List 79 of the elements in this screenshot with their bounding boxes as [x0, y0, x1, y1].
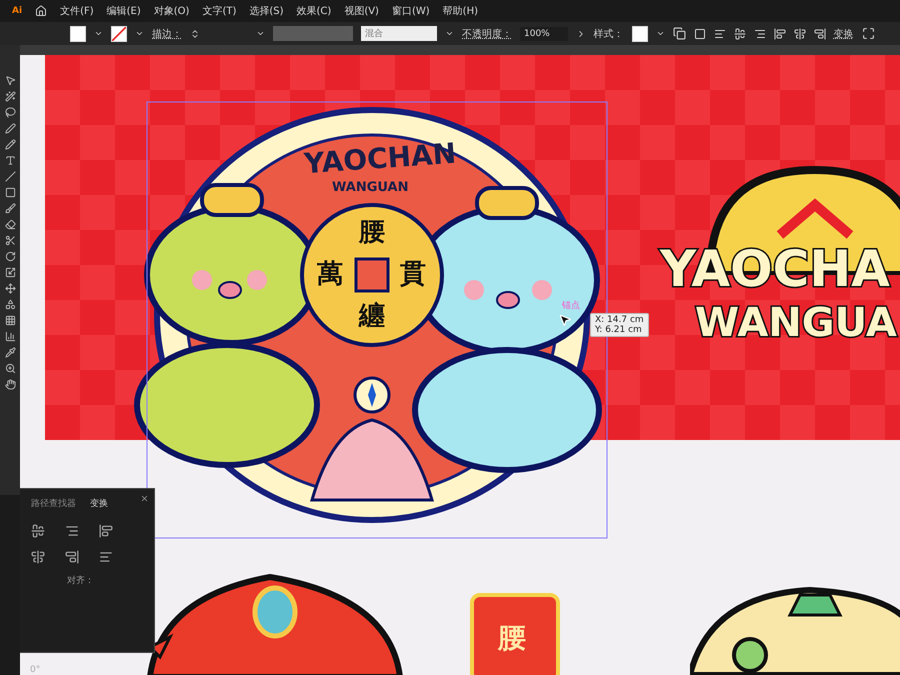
grid-icon[interactable] — [4, 315, 16, 326]
y-coordinate: Y: 6.21 cm — [595, 325, 643, 335]
scale-icon[interactable] — [4, 267, 16, 278]
coin-character: 纏 — [359, 300, 385, 333]
stroke-swatch[interactable] — [111, 26, 127, 42]
menu-item[interactable]: 选择(S) — [249, 4, 284, 18]
align-left-icon[interactable] — [99, 550, 113, 564]
opacity-label[interactable]: 不透明度： — [462, 26, 512, 40]
zoom-icon[interactable] — [4, 363, 16, 374]
pencil-icon[interactable] — [4, 139, 16, 150]
isolate-icon[interactable] — [862, 27, 875, 40]
stroke-profile-field[interactable] — [273, 26, 353, 41]
menu-item[interactable]: 窗口(W) — [392, 4, 430, 18]
style-swatch[interactable] — [632, 26, 648, 42]
close-icon[interactable] — [140, 494, 149, 503]
badge-title: YAOCHAN — [303, 136, 458, 180]
align-center-icon[interactable] — [734, 28, 746, 40]
angle-value: 0° — [30, 665, 40, 675]
lasso-icon[interactable] — [4, 107, 16, 118]
coin-character: 萬 — [317, 258, 343, 291]
eyedropper-icon[interactable] — [4, 347, 16, 358]
opacity-field[interactable]: 100% — [520, 26, 568, 40]
align-center-icon[interactable] — [31, 524, 45, 538]
badge-subtitle: WANGUAN — [332, 180, 408, 195]
coin-character: 腰 — [359, 216, 385, 249]
menu-item[interactable]: 文件(F) — [60, 4, 94, 18]
shapes-icon[interactable] — [4, 299, 16, 310]
logo-title: YAOCHA — [660, 240, 890, 298]
align-top-icon[interactable] — [774, 28, 786, 40]
tile-character: 腰 — [498, 620, 526, 656]
app-logo[interactable]: Ai — [12, 6, 22, 16]
scissors-icon[interactable] — [4, 235, 16, 246]
menu-item[interactable]: 视图(V) — [344, 4, 379, 18]
rotate-icon[interactable] — [4, 251, 16, 262]
menu-item[interactable]: 帮助(H) — [442, 4, 478, 18]
home-icon[interactable] — [35, 5, 48, 17]
align-bottom-icon[interactable] — [814, 28, 826, 40]
chevron-down-icon[interactable] — [656, 29, 665, 38]
eraser-icon[interactable] — [4, 219, 16, 230]
align-right-icon[interactable] — [65, 524, 79, 538]
magic-wand-icon[interactable] — [4, 91, 16, 102]
chevron-down-icon[interactable] — [445, 29, 454, 38]
artboard-icon[interactable] — [694, 28, 706, 40]
chevron-down-icon[interactable] — [256, 29, 265, 38]
anchor-hint: 锚点 — [562, 300, 580, 312]
type-icon[interactable] — [4, 155, 16, 166]
fill-swatch[interactable] — [70, 26, 86, 42]
align-right-icon[interactable] — [754, 28, 766, 40]
cursor-icon — [558, 313, 572, 327]
align-bottom-icon[interactable] — [65, 550, 79, 564]
logo-subtitle: WANGUA — [695, 300, 897, 346]
coin-character: 貫 — [400, 258, 426, 291]
stroke-label[interactable]: 描边： — [152, 26, 182, 40]
chevron-down-icon[interactable] — [94, 29, 103, 38]
align-to-label: 对齐： — [67, 574, 95, 587]
panel-tab[interactable]: 路径查找器 — [31, 497, 76, 510]
chart-icon[interactable] — [4, 331, 16, 342]
align-top-icon[interactable] — [99, 524, 113, 538]
menu-item[interactable]: 编辑(E) — [106, 4, 141, 18]
menu-item[interactable]: 效果(C) — [296, 4, 332, 18]
transform-link[interactable]: 变换 — [834, 26, 854, 40]
menu-item[interactable]: 对象(O) — [154, 4, 190, 18]
style-label: 样式： — [594, 28, 624, 40]
align-middle-icon[interactable] — [31, 550, 45, 564]
menu-item[interactable]: 文字(T) — [202, 4, 236, 18]
x-coordinate: X: 14.7 cm — [595, 315, 644, 325]
pointer-icon[interactable] — [4, 75, 16, 86]
hand-icon[interactable] — [4, 379, 16, 390]
panel-tab[interactable]: 变换 — [90, 497, 108, 510]
pen-icon[interactable] — [4, 123, 16, 134]
move-icon[interactable] — [4, 283, 16, 294]
rectangle-icon[interactable] — [4, 187, 16, 198]
chevron-down-icon[interactable] — [135, 29, 144, 38]
line-icon[interactable] — [4, 171, 16, 182]
brush-icon[interactable] — [4, 203, 16, 214]
stepper-icon[interactable] — [190, 28, 200, 38]
align-left-icon[interactable] — [714, 28, 726, 40]
align-middle-icon[interactable] — [794, 28, 806, 40]
blend-field[interactable]: 混合 — [361, 26, 437, 41]
